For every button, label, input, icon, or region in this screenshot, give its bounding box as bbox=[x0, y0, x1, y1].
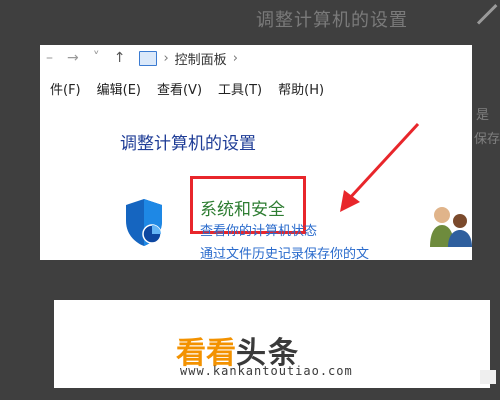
corner-watermark bbox=[480, 370, 496, 384]
control-panel-icon bbox=[139, 50, 158, 66]
user-accounts-icon bbox=[430, 207, 472, 247]
menu-bar: 件(F) 编辑(E) 查看(V) 工具(T) 帮助(H) bbox=[40, 77, 472, 99]
chevron-down-icon[interactable]: ˅ bbox=[93, 50, 100, 66]
back-icon[interactable]: – bbox=[46, 50, 53, 66]
right-peek-text-2: 保存 bbox=[474, 132, 500, 147]
annotation-arrow-icon bbox=[340, 122, 420, 212]
chevron-right-icon[interactable]: › bbox=[233, 51, 238, 66]
menu-view[interactable]: 查看(V) bbox=[157, 79, 202, 98]
shield-icon bbox=[126, 199, 162, 246]
menu-file[interactable]: 件(F) bbox=[50, 79, 81, 98]
up-arrow-icon[interactable]: ↑ bbox=[114, 50, 126, 66]
nav-buttons: – → ˅ ↑ bbox=[46, 50, 125, 66]
menu-tools[interactable]: 工具(T) bbox=[218, 79, 262, 98]
brand-url: www.kankantoutiao.com bbox=[180, 364, 353, 378]
menu-edit[interactable]: 编辑(E) bbox=[97, 79, 141, 98]
address-bar: – → ˅ ↑ › 控制面板 › bbox=[40, 45, 472, 71]
top-caption: 调整计算机的设置 bbox=[256, 10, 408, 31]
faint-arrow-stub bbox=[476, 4, 498, 25]
link-view-computer-status[interactable]: 查看你的计算机状态 bbox=[200, 220, 317, 239]
page-title: 调整计算机的设置 bbox=[120, 134, 256, 154]
watermark-banner: 看看头条 www.kankantoutiao.com bbox=[54, 300, 490, 388]
breadcrumb-control-panel[interactable]: 控制面板 bbox=[175, 49, 227, 68]
link-file-history[interactable]: 通过文件历史记录保存你的文 bbox=[200, 243, 369, 260]
menu-help[interactable]: 帮助(H) bbox=[278, 79, 324, 98]
chevron-right-icon: › bbox=[163, 50, 169, 66]
right-peek-text-1: 是 bbox=[476, 108, 490, 123]
category-system-security[interactable]: 系统和安全 bbox=[200, 195, 285, 220]
control-panel-window: – → ˅ ↑ › 控制面板 › 件(F) 编辑(E) 查看(V) 工具(T) … bbox=[40, 45, 472, 260]
forward-icon[interactable]: → bbox=[67, 50, 79, 66]
